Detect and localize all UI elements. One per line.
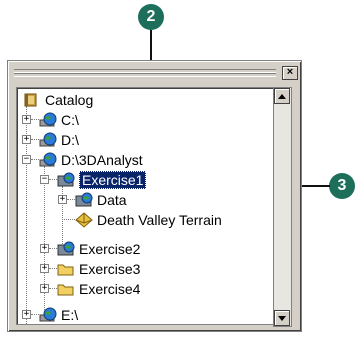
tree-line [31, 159, 39, 160]
tree-line [44, 166, 45, 316]
tree-item-exercise1[interactable]: Exercise1 [57, 170, 147, 190]
tree-item-label: E:\ [61, 307, 79, 323]
tree-line [49, 268, 57, 269]
drive-globe-icon [39, 132, 57, 147]
tree-line [49, 179, 57, 180]
tree-line [31, 119, 39, 120]
tree-item-label: Exercise4 [79, 281, 141, 297]
tin-layer-icon [75, 212, 93, 228]
tree-item-label: C:\ [61, 112, 79, 128]
vertical-scrollbar[interactable] [273, 87, 292, 327]
catalog-tree[interactable]: Catalog + C:\ + D:\ − D:\3DAnalyst − Exe… [16, 87, 275, 325]
folder-icon [57, 284, 74, 296]
tree-item-exercise2[interactable]: Exercise2 [57, 239, 140, 259]
tree-line [62, 219, 75, 220]
tree-item-exercise3[interactable]: Exercise3 [57, 259, 140, 279]
arrow-up-icon [278, 93, 286, 99]
tree-item-label: Exercise2 [79, 241, 141, 257]
tree-item-label: Data [97, 192, 127, 208]
tree-line [31, 314, 39, 315]
scroll-up-button[interactable] [274, 88, 290, 104]
collapse-button[interactable]: − [22, 155, 31, 164]
tree-item-death-valley-terrain[interactable]: Death Valley Terrain [75, 210, 222, 230]
folder-connection-icon [75, 192, 93, 207]
title-grip-2 [14, 73, 276, 77]
folder-icon [57, 264, 74, 276]
tree-item-data[interactable]: Data [75, 190, 127, 210]
tree-item-label: Exercise1 [79, 171, 147, 189]
expand-button[interactable]: + [58, 195, 67, 204]
expand-button[interactable]: + [40, 244, 49, 253]
callout-2: 2 [138, 4, 164, 30]
tree-item-label: D:\3DAnalyst [61, 152, 143, 168]
tree-item-catalog[interactable]: Catalog [23, 90, 93, 110]
tree-item-label: D:\ [61, 132, 79, 148]
tree-line [67, 199, 75, 200]
tree-line [31, 139, 39, 140]
collapse-button[interactable]: − [40, 175, 49, 184]
callout-3: 3 [329, 173, 355, 199]
drive-globe-icon [39, 152, 57, 167]
folder-connection-icon [57, 241, 75, 256]
drive-globe-icon [39, 307, 57, 322]
tree-item-d-drive[interactable]: D:\ [39, 130, 79, 150]
folder-connection-icon [57, 172, 75, 187]
expand-button[interactable]: + [22, 135, 31, 144]
tree-item-e-drive[interactable]: E:\ [39, 305, 79, 324]
arrow-down-icon [278, 315, 286, 321]
expand-button[interactable]: + [40, 284, 49, 293]
tree-line [49, 248, 57, 249]
tree-item-exercise4[interactable]: Exercise4 [57, 279, 140, 299]
tree-item-label: Catalog [45, 92, 94, 108]
catalog-icon [24, 93, 37, 107]
tree-item-3danalyst[interactable]: D:\3DAnalyst [39, 150, 143, 170]
expand-button[interactable]: + [22, 310, 31, 319]
scroll-down-button[interactable] [274, 310, 290, 326]
expand-button[interactable]: + [40, 264, 49, 273]
tree-item-c-drive[interactable]: C:\ [39, 110, 79, 130]
tree-item-label: Exercise3 [79, 261, 141, 277]
catalog-window: × Catalog + C:\ + D:\ − D:\3DAnalyst − E… [7, 60, 302, 332]
tree-line [49, 288, 57, 289]
tree-item-label: Death Valley Terrain [97, 212, 222, 228]
expand-button[interactable]: + [22, 115, 31, 124]
drive-globe-icon [39, 112, 57, 127]
close-button[interactable]: × [282, 66, 298, 80]
